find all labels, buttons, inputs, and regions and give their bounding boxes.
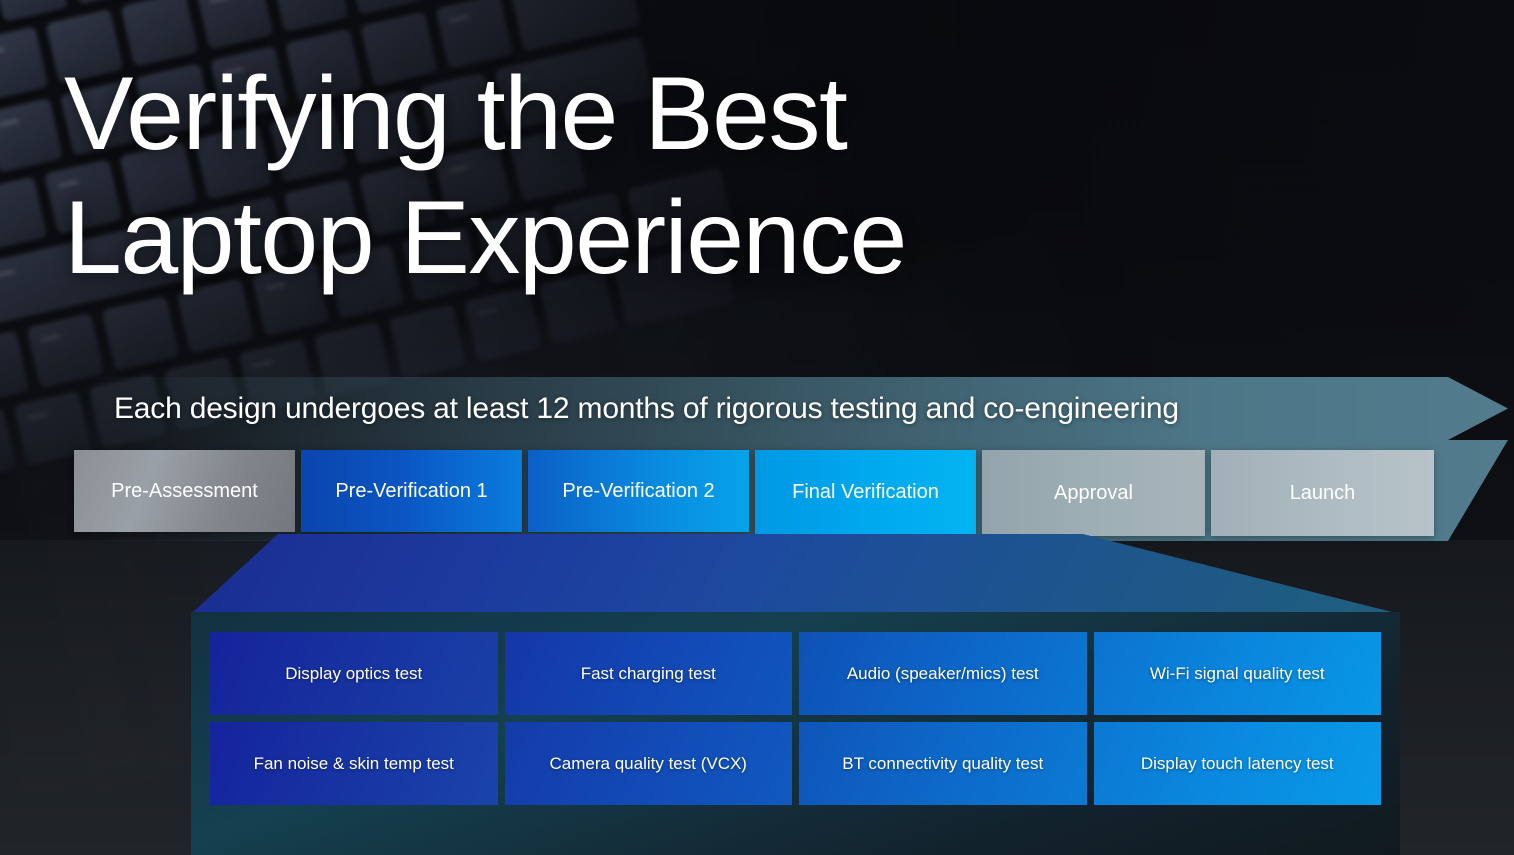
- test-tile-label: Display optics test: [285, 663, 423, 683]
- stage-label: Approval: [1054, 481, 1133, 504]
- test-tile-label: BT connectivity quality test: [842, 753, 1044, 773]
- test-tile-grid: Display optics test Fast charging test A…: [210, 632, 1381, 805]
- process-stage-bar: Pre-Assessment Pre-Verification 1 Pre-Ve…: [74, 450, 1434, 536]
- title-line-2: Laptop Experience: [64, 180, 907, 296]
- test-tile-display-touch-latency[interactable]: Display touch latency test: [1093, 722, 1381, 805]
- stage-label: Launch: [1289, 481, 1356, 504]
- stage-pre-verification-1[interactable]: Pre-Verification 1: [301, 450, 522, 532]
- test-tile-display-optics[interactable]: Display optics test: [210, 632, 498, 715]
- test-tile-label: Audio (speaker/mics) test: [846, 663, 1039, 683]
- stage-label: Pre-Assessment: [111, 479, 258, 502]
- page-title: Verifying the Best Laptop Experience: [64, 52, 1064, 300]
- test-tile-label: Fast charging test: [580, 663, 716, 683]
- slide-canvas: Verifying the Best Laptop Experience Eac…: [0, 0, 1514, 855]
- banner-chevron: Each design undergoes at least 12 months…: [74, 377, 1508, 440]
- test-tile-wifi-signal[interactable]: Wi-Fi signal quality test: [1093, 632, 1381, 715]
- funnel-connector: [0, 532, 1514, 614]
- stage-pre-verification-2[interactable]: Pre-Verification 2: [528, 450, 749, 532]
- stage-final-verification[interactable]: Final Verification: [755, 450, 976, 535]
- stage-label: Final Verification: [792, 481, 939, 503]
- stage-label: Pre-Verification 2: [562, 479, 715, 502]
- title-line-1: Verifying the Best: [64, 56, 848, 172]
- test-tile-label: Display touch latency test: [1140, 753, 1334, 773]
- banner-text: Each design undergoes at least 12 months…: [114, 391, 1179, 425]
- test-tile-fan-noise[interactable]: Fan noise & skin temp test: [210, 722, 498, 805]
- funnel-shape: [191, 534, 1400, 614]
- test-tile-fast-charging[interactable]: Fast charging test: [504, 632, 792, 715]
- test-list-panel: Display optics test Fast charging test A…: [191, 612, 1400, 855]
- test-tile-audio[interactable]: Audio (speaker/mics) test: [799, 632, 1087, 715]
- stage-pre-assessment[interactable]: Pre-Assessment: [74, 450, 295, 532]
- test-tile-label: Fan noise & skin temp test: [253, 753, 454, 773]
- stage-approval[interactable]: Approval: [982, 450, 1205, 536]
- stage-label: Pre-Verification 1: [335, 479, 488, 502]
- test-tile-label: Wi-Fi signal quality test: [1149, 663, 1325, 683]
- test-tile-bt-connectivity[interactable]: BT connectivity quality test: [799, 722, 1087, 805]
- test-tile-label: Camera quality test (VCX): [549, 753, 747, 773]
- stage-launch[interactable]: Launch: [1211, 450, 1434, 536]
- test-tile-camera-quality[interactable]: Camera quality test (VCX): [504, 722, 792, 805]
